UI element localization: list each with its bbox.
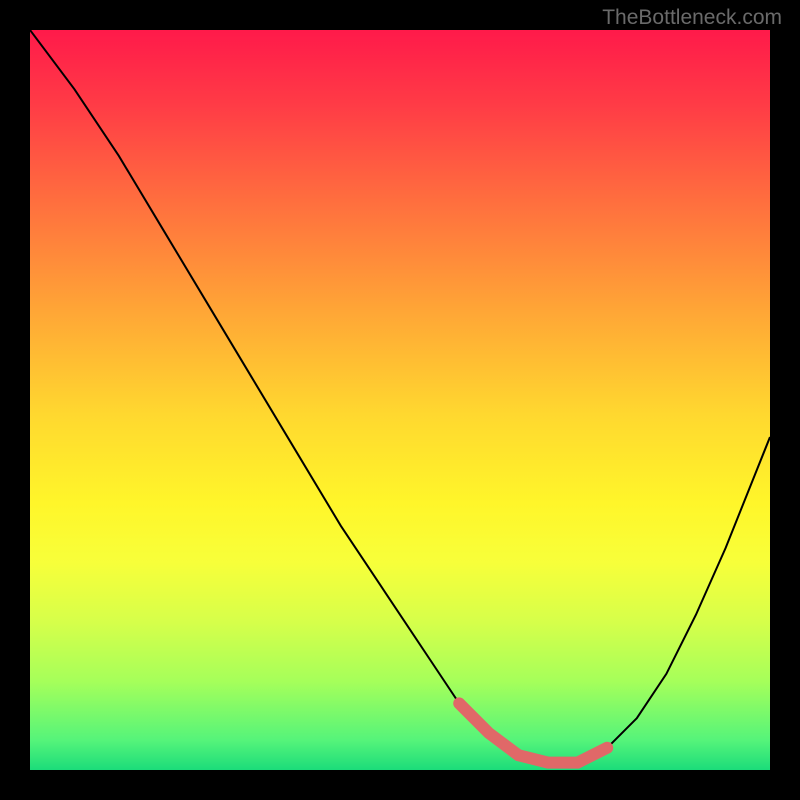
highlight-segment-line (459, 703, 607, 762)
watermark-text: TheBottleneck.com (602, 6, 782, 30)
chart-svg (30, 30, 770, 770)
bottleneck-curve-line (30, 30, 770, 763)
chart-plot-area (30, 30, 770, 770)
